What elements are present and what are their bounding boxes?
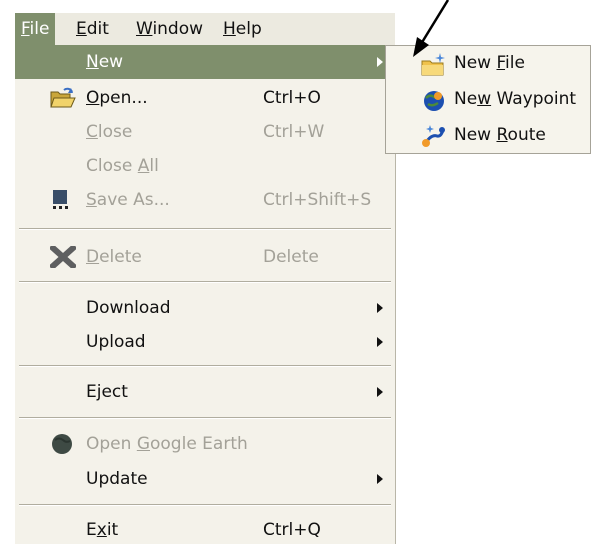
menu-item-open[interactable]: Open... Ctrl+O xyxy=(15,81,395,115)
new-submenu: New File New Waypoint New Route xyxy=(385,45,591,154)
submenu-item-label: New Waypoint xyxy=(454,89,577,109)
menu-item-eject[interactable]: Eject xyxy=(15,375,395,409)
menu-item-download[interactable]: Download xyxy=(15,291,395,325)
menu-bar: File Edit Window Help xyxy=(15,13,395,45)
submenu-arrow-icon xyxy=(377,387,383,397)
menu-item-label: Upload xyxy=(86,332,146,352)
shortcut-label: Ctrl+Shift+S xyxy=(263,190,372,210)
shortcut-label: Delete xyxy=(263,247,319,267)
new-waypoint-globe-icon xyxy=(421,88,447,112)
menu-item-label: Close xyxy=(86,122,133,142)
delete-x-icon xyxy=(48,243,78,271)
menu-item-label: Open Google Earth xyxy=(86,434,248,454)
menu-edit[interactable]: Edit xyxy=(70,13,115,45)
menu-help[interactable]: Help xyxy=(217,13,268,45)
menu-item-label: Open... xyxy=(86,88,148,108)
menu-file[interactable]: File xyxy=(15,13,56,45)
menu-item-label: Delete xyxy=(86,247,142,267)
menu-separator xyxy=(19,417,391,419)
menu-separator xyxy=(19,504,391,506)
menu-item-label: Download xyxy=(86,298,171,318)
menu-item-save-as[interactable]: Save As... Ctrl+Shift+S xyxy=(15,183,395,217)
menu-item-label: New xyxy=(86,52,124,72)
menu-item-label: Update xyxy=(86,469,148,489)
open-folder-icon xyxy=(50,87,76,109)
shortcut-label: Ctrl+Q xyxy=(263,520,321,540)
menu-item-label: Save As... xyxy=(86,190,170,210)
menu-item-upload[interactable]: Upload xyxy=(15,325,395,359)
menu-window[interactable]: Window xyxy=(130,13,209,45)
submenu-arrow-icon xyxy=(377,337,383,347)
menu-separator xyxy=(19,281,391,283)
submenu-arrow-icon xyxy=(377,303,383,313)
submenu-item-label: New Route xyxy=(454,125,546,145)
menu-item-delete[interactable]: Delete Delete xyxy=(15,240,395,274)
menu-item-exit[interactable]: Exit Ctrl+Q xyxy=(15,513,395,547)
menu-item-label: Close All xyxy=(86,156,159,176)
menu-item-label: Exit xyxy=(86,520,119,540)
submenu-arrow-icon xyxy=(377,474,383,484)
background-pane xyxy=(396,154,593,544)
submenu-item-label: New File xyxy=(454,53,525,73)
file-menu-dropdown: New Open... Ctrl+O Close Ctrl+W Close Al… xyxy=(15,45,396,544)
shortcut-label: Ctrl+W xyxy=(263,122,325,142)
annotation-arrow-icon xyxy=(413,0,450,57)
menu-item-close[interactable]: Close Ctrl+W xyxy=(15,115,395,149)
submenu-item-new-waypoint[interactable]: New Waypoint xyxy=(386,82,590,117)
menu-separator xyxy=(19,365,391,367)
new-route-icon xyxy=(421,124,447,148)
menu-item-close-all[interactable]: Close All xyxy=(15,149,395,183)
menu-item-update[interactable]: Update xyxy=(15,462,395,496)
menu-item-label: Eject xyxy=(86,382,128,402)
google-earth-icon xyxy=(50,433,74,455)
shortcut-label: Ctrl+O xyxy=(263,88,321,108)
save-disk-icon xyxy=(50,189,74,211)
menu-separator xyxy=(19,228,391,230)
menu-item-new[interactable]: New xyxy=(15,45,395,79)
menu-item-open-google-earth[interactable]: Open Google Earth xyxy=(15,427,395,461)
submenu-item-new-route[interactable]: New Route xyxy=(386,118,590,153)
submenu-arrow-icon xyxy=(377,57,383,67)
